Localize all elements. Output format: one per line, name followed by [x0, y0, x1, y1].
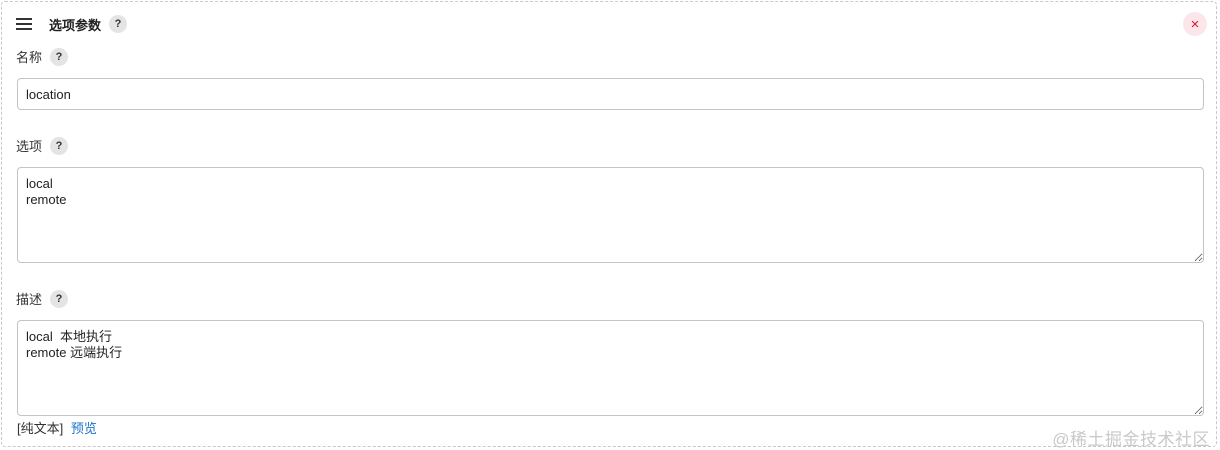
watermark: @稀土掘金技术社区 — [1052, 430, 1210, 449]
name-field-label-row: 名称 ? — [16, 47, 69, 66]
panel-header: 选项参数 ? — [16, 12, 128, 36]
drag-handle-icon[interactable] — [16, 18, 32, 30]
options-help-icon[interactable]: ? — [50, 136, 69, 155]
plain-text-label: [纯文本] — [17, 421, 64, 436]
preview-link[interactable]: 预览 — [71, 421, 97, 436]
help-icon[interactable]: ? — [109, 15, 128, 33]
name-input[interactable] — [17, 78, 1204, 110]
close-button[interactable]: × — [1183, 12, 1207, 36]
option-parameter-panel: 选项参数 ? × 名称 ? 选项 ? local remote 描述 ? loc… — [1, 1, 1217, 449]
description-textarea[interactable]: local 本地执行 remote 远端执行 — [17, 320, 1204, 416]
description-field-label-row: 描述 ? — [16, 289, 69, 308]
options-textarea[interactable]: local remote — [17, 167, 1204, 263]
format-row: [纯文本] 预览 — [17, 418, 97, 437]
name-label: 名称 — [16, 50, 43, 65]
options-field-label-row: 选项 ? — [16, 136, 69, 155]
options-label: 选项 — [16, 139, 43, 154]
description-help-icon[interactable]: ? — [50, 289, 69, 308]
name-help-icon[interactable]: ? — [50, 47, 69, 66]
panel-title: 选项参数 — [49, 17, 102, 33]
description-label: 描述 — [16, 292, 43, 307]
